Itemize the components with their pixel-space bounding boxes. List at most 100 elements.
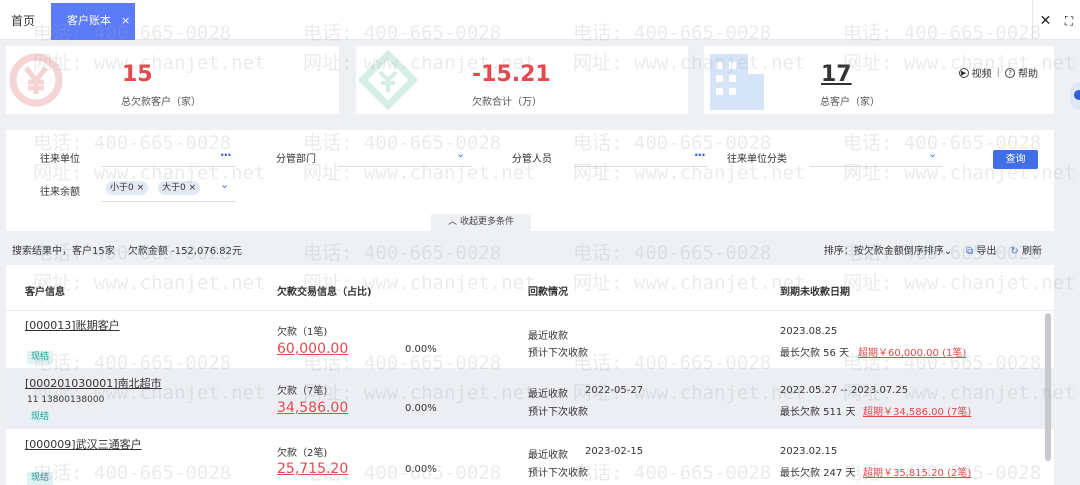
money-diamond-icon bbox=[357, 49, 418, 111]
result-count: 搜索结果中，客户15家 bbox=[12, 246, 115, 257]
longest-debt-days: 最长欠款 56 天 bbox=[780, 348, 850, 359]
close-window-icon[interactable]: ✕ bbox=[1032, 0, 1058, 40]
longest-debt-days: 最长欠款 247 天 bbox=[780, 468, 856, 479]
chevron-down-icon[interactable]: ⌄ bbox=[456, 147, 465, 160]
total-customers-value[interactable]: 17 bbox=[821, 62, 852, 87]
export-icon: ⧉ bbox=[966, 246, 974, 257]
due-date-range: 2023.02.15 bbox=[780, 446, 838, 457]
debt-count: 欠款（1笔) bbox=[277, 327, 328, 338]
header-debt-info: 欠款交易信息（占比) bbox=[277, 287, 372, 298]
department-select[interactable] bbox=[338, 166, 472, 167]
balance-label: 往来余额 bbox=[40, 187, 80, 198]
side-assistant-icon[interactable] bbox=[1070, 82, 1080, 110]
tab-bar: 首页 客户账本 × ✕ ⛶ bbox=[0, 0, 1080, 40]
recent-collection-date: 2023-02-15 bbox=[585, 446, 644, 457]
debt-total-value: -15.21 bbox=[472, 62, 551, 87]
filter-chip-greater-than-zero[interactable]: 大于0 × bbox=[158, 181, 201, 195]
debt-amount[interactable]: 60,000.00 bbox=[277, 341, 348, 357]
tab-home[interactable]: 首页 bbox=[0, 0, 46, 40]
category-label: 往来单位分类 bbox=[727, 154, 787, 165]
collapse-conditions-button[interactable]: ︿ 收起更多条件 bbox=[431, 214, 531, 231]
play-icon[interactable]: ▶ bbox=[958, 67, 969, 78]
chevron-down-icon: ⌄ bbox=[943, 246, 953, 257]
help-link[interactable]: 帮助 bbox=[1018, 65, 1038, 80]
summary-card-debt-total: -15.21 欠款合计（万） bbox=[356, 46, 688, 114]
tab-customer-ledger-label: 客户账本 bbox=[67, 14, 111, 27]
yen-coin-icon bbox=[9, 53, 63, 107]
tab-customer-ledger[interactable]: 客户账本 × bbox=[51, 3, 135, 40]
recent-collection-label: 最近收款 bbox=[528, 450, 568, 461]
header-due-date: 到期未收款日期 bbox=[780, 287, 850, 298]
collapse-label: 收起更多条件 bbox=[459, 217, 514, 227]
due-date-range: 2023.08.25 bbox=[780, 326, 838, 337]
overdue-amount-link[interactable]: 超期￥34,586.00 (7笔) bbox=[863, 403, 971, 418]
refresh-icon: ↻ bbox=[1010, 246, 1019, 257]
debt-percent: 0.00% bbox=[405, 344, 437, 355]
more-options-icon[interactable]: ··· bbox=[220, 148, 232, 162]
summary-card-overdue-customers: 15 总欠款客户（家） bbox=[6, 46, 339, 114]
chevron-up-icon: ︿ bbox=[448, 217, 458, 227]
result-summary-bar: 搜索结果中，客户15家 欠款金额 -152,076.82元 排序：按欠款金额倒序… bbox=[6, 240, 1054, 258]
overdue-amount-link[interactable]: 超期￥35,815.20 (2笔) bbox=[863, 464, 971, 479]
debt-percent: 0.00% bbox=[405, 464, 437, 475]
table-row[interactable]: [000009]武汉三通客户 现结 欠款（2笔) 25,715.20 0.00%… bbox=[6, 429, 1054, 485]
customer-table: 客户信息 欠款交易信息（占比) 回款情况 到期未收款日期 [000013]账期客… bbox=[6, 265, 1054, 485]
debt-amount[interactable]: 34,586.00 bbox=[277, 400, 348, 416]
customer-name[interactable]: [000009]武汉三通客户 bbox=[25, 436, 142, 452]
building-icon bbox=[710, 54, 764, 110]
header-customer-info: 客户信息 bbox=[25, 287, 65, 298]
counterparty-label: 往来单位 bbox=[40, 154, 80, 165]
help-icon[interactable]: ? bbox=[1005, 67, 1015, 78]
balance-select[interactable] bbox=[102, 201, 236, 202]
table-header: 客户信息 欠款交易信息（占比) 回款情况 到期未收款日期 bbox=[6, 265, 1054, 311]
fullscreen-icon[interactable]: ⛶ bbox=[1058, 0, 1080, 40]
counterparty-input[interactable] bbox=[102, 166, 236, 167]
chevron-down-icon[interactable]: ⌄ bbox=[220, 178, 229, 191]
debt-percent: 0.00% bbox=[405, 403, 437, 414]
next-collection-label: 预计下次收款 bbox=[528, 407, 588, 418]
query-button[interactable]: 查询 bbox=[993, 150, 1038, 169]
table-row[interactable]: [000013]账期客户 现结 欠款（1笔) 60,000.00 0.00% 最… bbox=[6, 311, 1054, 369]
longest-debt-days: 最长欠款 511 天 bbox=[780, 407, 856, 418]
total-customers-label: 总客户（家） bbox=[820, 97, 880, 108]
tab-close-icon[interactable]: × bbox=[121, 3, 130, 39]
window-controls: ✕ ⛶ bbox=[1032, 0, 1080, 40]
next-collection-label: 预计下次收款 bbox=[528, 348, 588, 359]
export-button[interactable]: ⧉ 导出 bbox=[966, 242, 996, 257]
more-options-icon[interactable]: ··· bbox=[694, 148, 706, 162]
summary-card-total-customers: 17 总客户（家） ▶ 视频 | ? 帮助 bbox=[704, 46, 1054, 114]
help-links: ▶ 视频 | ? 帮助 bbox=[958, 65, 1038, 80]
filter-chip-less-than-zero[interactable]: 小于0 × bbox=[106, 181, 149, 195]
staff-input[interactable] bbox=[574, 166, 708, 167]
department-label: 分管部门 bbox=[276, 154, 316, 165]
video-link[interactable]: 视频 bbox=[972, 65, 992, 80]
filter-panel: 往来单位 ··· 分管部门 ⌄ 分管人员 ··· 往来单位分类 ⌄ 查询 往来余… bbox=[6, 130, 1054, 231]
overdue-customers-label: 总欠款客户（家） bbox=[121, 97, 201, 108]
table-scrollbar[interactable] bbox=[1045, 313, 1051, 461]
next-collection-label: 预计下次收款 bbox=[528, 468, 588, 479]
result-amount: 欠款金额 -152,076.82元 bbox=[127, 246, 242, 257]
debt-count: 欠款（2笔) bbox=[277, 448, 328, 459]
overdue-amount-link[interactable]: 超期￥60,000.00 (1笔) bbox=[858, 344, 966, 359]
due-date-range: 2022.05.27 -- 2023.07.25 bbox=[780, 385, 909, 396]
status-badge: 现结 bbox=[27, 351, 54, 364]
table-row[interactable]: [000201030001]南北超市 11 13800138000 现结 欠款（… bbox=[6, 369, 1054, 429]
staff-label: 分管人员 bbox=[512, 154, 552, 165]
overdue-customers-value: 15 bbox=[122, 62, 153, 87]
debt-amount[interactable]: 25,715.20 bbox=[277, 461, 348, 477]
customer-phone: 11 13800138000 bbox=[27, 395, 105, 405]
chevron-down-icon[interactable]: ⌄ bbox=[928, 147, 937, 160]
status-badge: 现结 bbox=[27, 472, 54, 485]
debt-count: 欠款（7笔) bbox=[277, 386, 328, 397]
divider: | bbox=[996, 67, 1000, 78]
recent-collection-label: 最近收款 bbox=[528, 389, 568, 400]
category-select[interactable] bbox=[809, 166, 943, 167]
debt-total-label: 欠款合计（万） bbox=[472, 97, 542, 108]
sort-dropdown[interactable]: 排序：按欠款金额倒序排序⌄ bbox=[824, 242, 952, 257]
header-collection: 回款情况 bbox=[528, 287, 568, 298]
recent-collection-label: 最近收款 bbox=[528, 331, 568, 342]
customer-name[interactable]: [000201030001]南北超市 bbox=[25, 375, 162, 391]
refresh-button[interactable]: ↻ 刷新 bbox=[1010, 242, 1042, 257]
recent-collection-date: 2022-05-27 bbox=[585, 385, 644, 396]
customer-name[interactable]: [000013]账期客户 bbox=[25, 317, 120, 333]
